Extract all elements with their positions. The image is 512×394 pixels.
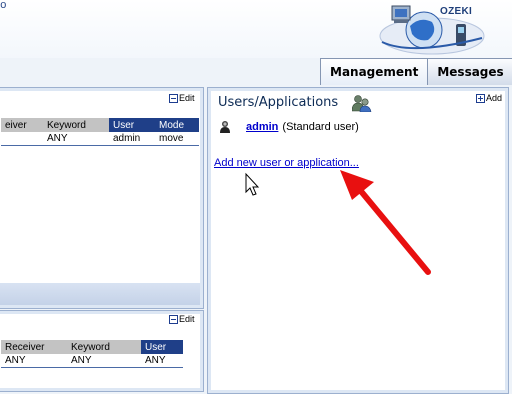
table-row[interactable]: ANY admin move xyxy=(1,132,199,146)
edit-link-bottom[interactable]: Edit xyxy=(169,314,195,324)
column-header-keyword: Keyword xyxy=(43,118,109,132)
column-header-receiver: Receiver xyxy=(1,340,67,354)
header: o OZEKI xyxy=(0,0,512,58)
table-row[interactable]: ANY ANY ANY xyxy=(1,354,183,368)
panel-footer xyxy=(0,283,200,305)
routing-table-bottom: Receiver Keyword User ANY ANY ANY xyxy=(1,340,183,368)
add-new-user-link[interactable]: Add new user or application... xyxy=(214,157,359,169)
column-header-keyword: Keyword xyxy=(67,340,141,354)
routing-table-top: eiver Keyword User Mode ANY admin move xyxy=(1,118,199,146)
edit-link-top[interactable]: Edit xyxy=(169,93,195,103)
column-header-user: User xyxy=(141,340,183,354)
table-header-row: Receiver Keyword User xyxy=(1,340,183,354)
inbound-routing-panel: Edit Receiver Keyword User ANY ANY ANY xyxy=(0,310,204,392)
user-role: (Standard user) xyxy=(282,121,359,133)
column-header-user: User xyxy=(109,118,155,132)
cell-mode: move xyxy=(155,132,199,146)
header-text-fragment: o xyxy=(0,0,7,12)
users-icon xyxy=(352,95,372,112)
tab-bar: Management Messages xyxy=(320,58,512,85)
tab-management[interactable]: Management xyxy=(320,58,429,85)
table-header-row: eiver Keyword User Mode xyxy=(1,118,199,132)
column-header-receiver: eiver xyxy=(1,118,43,132)
cell-user: ANY xyxy=(141,354,183,368)
edit-icon xyxy=(169,93,178,103)
edit-icon xyxy=(169,314,178,324)
tab-messages[interactable]: Messages xyxy=(428,58,512,85)
edit-label: Edit xyxy=(179,314,195,324)
user-link-admin[interactable]: admin xyxy=(246,121,278,133)
cell-keyword: ANY xyxy=(67,354,141,368)
cell-keyword: ANY xyxy=(43,132,109,146)
panel-title: Users/Applications xyxy=(218,95,339,110)
add-icon xyxy=(475,93,485,103)
user-icon xyxy=(220,121,230,133)
outbound-routing-panel: Edit eiver Keyword User Mode ANY admin m… xyxy=(0,87,204,309)
cell-user: admin xyxy=(109,132,155,146)
add-link[interactable]: Add xyxy=(475,93,502,103)
column-header-mode: Mode xyxy=(155,118,199,132)
logo-text: OZEKI xyxy=(440,6,473,17)
add-label: Add xyxy=(485,93,502,103)
edit-label: Edit xyxy=(179,93,195,103)
cell-receiver: ANY xyxy=(1,354,67,368)
user-row: admin (Standard user) xyxy=(218,120,359,134)
cell-receiver xyxy=(1,132,43,146)
users-applications-panel: Users/Applications Add admin (Standard u… xyxy=(207,87,509,394)
